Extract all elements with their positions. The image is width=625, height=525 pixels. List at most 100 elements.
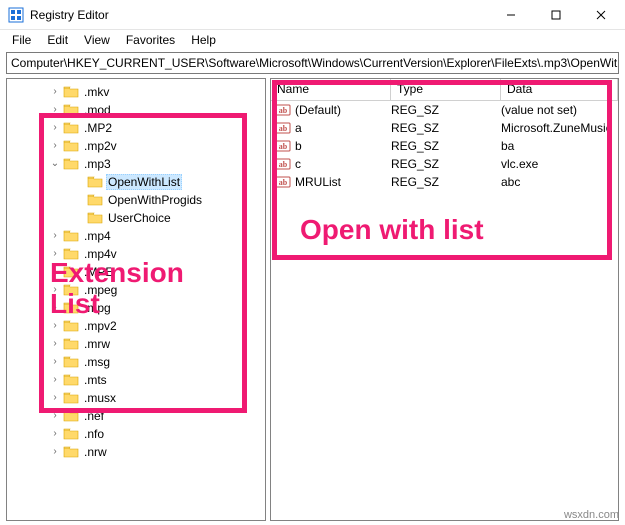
svg-text:ab: ab (279, 142, 288, 151)
tree-item[interactable]: ›.musx (7, 389, 265, 407)
chevron-right-icon[interactable]: › (47, 285, 63, 295)
chevron-right-icon[interactable]: › (47, 249, 63, 259)
folder-icon (63, 283, 79, 297)
tree-item[interactable]: › .msg (7, 353, 265, 371)
column-header-name[interactable]: Name (271, 79, 391, 100)
chevron-right-icon[interactable]: › (47, 357, 63, 367)
values-header: Name Type Data (271, 79, 618, 101)
value-row[interactable]: abaREG_SZMicrosoft.ZuneMusic (271, 119, 618, 137)
folder-icon (87, 211, 103, 225)
maximize-button[interactable] (533, 0, 578, 29)
tree-item[interactable]: › .MPE (7, 263, 265, 281)
folder-icon (63, 301, 79, 315)
tree-item-label: .mp4v (82, 247, 119, 261)
menu-view[interactable]: View (76, 31, 118, 49)
folder-icon (63, 319, 79, 333)
chevron-right-icon[interactable]: › (47, 303, 63, 313)
tree-item[interactable]: UserChoice (7, 209, 265, 227)
tree-item[interactable]: ›.nef (7, 407, 265, 425)
tree-item[interactable]: OpenWithList (7, 173, 265, 191)
tree-item[interactable]: ›.mrw (7, 335, 265, 353)
chevron-down-icon[interactable]: ⌄ (47, 159, 63, 169)
tree-item-label: .mts (82, 373, 109, 387)
chevron-right-icon[interactable]: › (47, 447, 63, 457)
tree-item[interactable]: › .nrw (7, 443, 265, 461)
content-area: › .mkv ›.mod›.MP2›.mp2v ⌄ .mp3 OpenWithListOp… (0, 78, 625, 525)
value-name: b (295, 139, 391, 153)
chevron-right-icon[interactable]: › (47, 393, 63, 403)
value-type: REG_SZ (391, 103, 501, 117)
registry-tree: › .mkv ›.mod›.MP2›.mp2v ⌄ .mp3 OpenWithListOp… (7, 79, 265, 465)
svg-text:ab: ab (279, 106, 288, 115)
tree-pane[interactable]: › .mkv ›.mod›.MP2›.mp2v ⌄ .mp3 OpenWithListOp… (6, 78, 266, 521)
string-value-icon: ab (275, 138, 291, 154)
folder-icon (63, 157, 79, 171)
chevron-right-icon[interactable]: › (47, 321, 63, 331)
value-type: REG_SZ (391, 157, 501, 171)
tree-item-label: .mkv (82, 85, 111, 99)
values-pane[interactable]: Name Type Data ab(Default)REG_SZ(value n… (270, 78, 619, 521)
folder-icon (63, 337, 79, 351)
tree-item-label: .nrw (82, 445, 109, 459)
svg-text:ab: ab (279, 124, 288, 133)
folder-icon (63, 409, 79, 423)
tree-item[interactable]: ›.mpv2 (7, 317, 265, 335)
chevron-right-icon[interactable]: › (47, 411, 63, 421)
chevron-right-icon[interactable]: › (47, 339, 63, 349)
value-data: ba (501, 139, 618, 153)
folder-icon (63, 121, 79, 135)
address-bar[interactable]: Computer\HKEY_CURRENT_USER\Software\Micr… (6, 52, 619, 74)
column-header-data[interactable]: Data (501, 79, 618, 100)
chevron-right-icon[interactable]: › (47, 87, 63, 97)
tree-item-label: .MPE (82, 265, 115, 279)
chevron-right-icon[interactable]: › (47, 105, 63, 115)
chevron-right-icon[interactable]: › (47, 267, 63, 277)
window-controls (488, 0, 623, 29)
menu-file[interactable]: File (4, 31, 39, 49)
value-name: (Default) (295, 103, 391, 117)
close-button[interactable] (578, 0, 623, 29)
tree-item[interactable]: OpenWithProgids (7, 191, 265, 209)
folder-icon (63, 265, 79, 279)
tree-item-label: .mp3 (82, 157, 113, 171)
tree-item-label: .nfo (82, 427, 106, 441)
tree-item[interactable]: › .mkv (7, 83, 265, 101)
tree-item[interactable]: ›.mpeg (7, 281, 265, 299)
tree-item-label: .msg (82, 355, 112, 369)
chevron-right-icon[interactable]: › (47, 123, 63, 133)
value-data: abc (501, 175, 618, 189)
column-header-type[interactable]: Type (391, 79, 501, 100)
tree-item[interactable]: › .nfo (7, 425, 265, 443)
tree-item[interactable]: ⌄ .mp3 (7, 155, 265, 173)
value-type: REG_SZ (391, 121, 501, 135)
chevron-right-icon[interactable]: › (47, 429, 63, 439)
folder-icon (63, 103, 79, 117)
folder-icon (63, 445, 79, 459)
chevron-right-icon[interactable]: › (47, 141, 63, 151)
chevron-right-icon[interactable]: › (47, 375, 63, 385)
tree-item[interactable]: ›.MP2 (7, 119, 265, 137)
value-row[interactable]: abbREG_SZba (271, 137, 618, 155)
folder-icon (63, 391, 79, 405)
menu-edit[interactable]: Edit (39, 31, 76, 49)
value-row[interactable]: abcREG_SZvlc.exe (271, 155, 618, 173)
folder-icon (63, 355, 79, 369)
string-value-icon: ab (275, 174, 291, 190)
tree-item[interactable]: › .mts (7, 371, 265, 389)
chevron-right-icon[interactable]: › (47, 231, 63, 241)
value-row[interactable]: abMRUListREG_SZabc (271, 173, 618, 191)
tree-item[interactable]: ›.mp2v (7, 137, 265, 155)
tree-item-label: OpenWithList (106, 174, 182, 190)
minimize-button[interactable] (488, 0, 533, 29)
tree-item[interactable]: › .mp4 (7, 227, 265, 245)
tree-item-label: .mp4 (82, 229, 113, 243)
tree-item[interactable]: › .mp4v (7, 245, 265, 263)
value-row[interactable]: ab(Default)REG_SZ(value not set) (271, 101, 618, 119)
tree-item[interactable]: ›.mod (7, 101, 265, 119)
svg-text:ab: ab (279, 178, 288, 187)
menu-help[interactable]: Help (183, 31, 224, 49)
tree-item[interactable]: ›.mpg (7, 299, 265, 317)
folder-icon (63, 85, 79, 99)
value-name: a (295, 121, 391, 135)
menu-favorites[interactable]: Favorites (118, 31, 183, 49)
